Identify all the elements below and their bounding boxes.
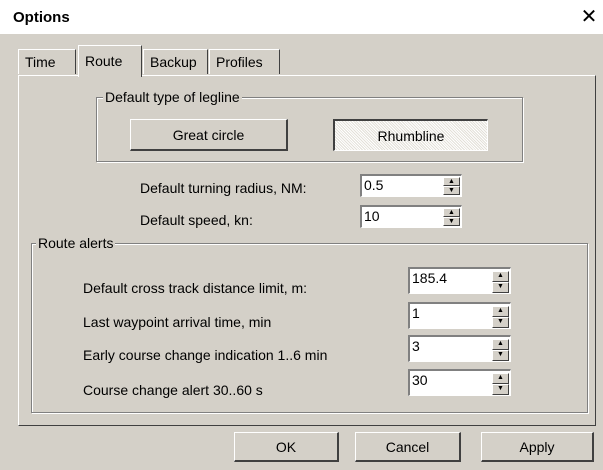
change-alert-spin-buttons[interactable]: ▲ ▼	[492, 373, 509, 395]
title-bar: Options ✕	[0, 0, 603, 34]
tab-profiles[interactable]: Profiles	[209, 49, 280, 74]
spin-down-icon[interactable]: ▼	[443, 217, 460, 226]
arrival-time-value[interactable]: 1	[412, 305, 420, 321]
spin-up-icon[interactable]: ▲	[443, 208, 460, 217]
route-tab-panel: Default type of legline Great circle Rhu…	[18, 75, 596, 426]
speed-label: Default speed, kn:	[140, 212, 253, 228]
early-change-spin-buttons[interactable]: ▲ ▼	[492, 339, 509, 361]
tab-time-label: Time	[25, 54, 56, 70]
spin-down-icon[interactable]: ▼	[492, 282, 509, 293]
tab-time[interactable]: Time	[18, 49, 76, 74]
tab-profiles-label: Profiles	[216, 54, 263, 70]
early-change-label: Early course change indication 1..6 min	[83, 347, 328, 363]
close-icon[interactable]: ✕	[578, 6, 600, 28]
turning-radius-spin-buttons[interactable]: ▲ ▼	[443, 177, 460, 195]
tab-route-label: Route	[85, 53, 123, 69]
window-title: Options	[13, 9, 70, 26]
turning-radius-label: Default turning radius, NM:	[140, 180, 307, 196]
cross-track-spinbox[interactable]: 185.4 ▲ ▼	[408, 267, 511, 294]
rhumbline-button[interactable]: Rhumbline	[333, 119, 488, 151]
turning-radius-value[interactable]: 0.5	[364, 177, 383, 193]
tab-backup[interactable]: Backup	[143, 49, 208, 74]
arrival-time-spinbox[interactable]: 1 ▲ ▼	[408, 302, 511, 329]
change-alert-value[interactable]: 30	[412, 372, 428, 388]
apply-button[interactable]: Apply	[481, 432, 594, 462]
route-alerts-group: Route alerts Default cross track distanc…	[31, 235, 588, 413]
spin-up-icon[interactable]: ▲	[492, 271, 509, 282]
change-alert-label: Course change alert 30..60 s	[83, 382, 263, 398]
spin-up-icon[interactable]: ▲	[492, 373, 509, 384]
spin-down-icon[interactable]: ▼	[492, 350, 509, 361]
legline-group: Default type of legline Great circle Rhu…	[96, 89, 523, 162]
spin-up-icon[interactable]: ▲	[492, 306, 509, 317]
cross-track-value[interactable]: 185.4	[412, 270, 447, 286]
spin-down-icon[interactable]: ▼	[492, 317, 509, 328]
spin-down-icon[interactable]: ▼	[443, 186, 460, 195]
great-circle-button[interactable]: Great circle	[130, 119, 288, 151]
spin-up-icon[interactable]: ▲	[492, 339, 509, 350]
early-change-value[interactable]: 3	[412, 338, 420, 354]
legline-group-title: Default type of legline	[103, 89, 242, 105]
tab-route[interactable]: Route	[78, 45, 142, 77]
options-dialog: Options ✕ Time Route Backup Profiles Def…	[0, 0, 603, 470]
cross-track-label: Default cross track distance limit, m:	[83, 280, 308, 296]
speed-value[interactable]: 10	[364, 208, 380, 224]
route-alerts-group-title: Route alerts	[36, 235, 116, 251]
spin-up-icon[interactable]: ▲	[443, 177, 460, 186]
ok-button[interactable]: OK	[234, 432, 339, 462]
tab-backup-label: Backup	[150, 54, 197, 70]
cancel-button[interactable]: Cancel	[355, 432, 461, 462]
arrival-time-spin-buttons[interactable]: ▲ ▼	[492, 306, 509, 328]
speed-spinbox[interactable]: 10 ▲ ▼	[360, 205, 462, 228]
early-change-spinbox[interactable]: 3 ▲ ▼	[408, 335, 511, 362]
cross-track-spin-buttons[interactable]: ▲ ▼	[492, 271, 509, 293]
arrival-time-label: Last waypoint arrival time, min	[83, 314, 272, 330]
spin-down-icon[interactable]: ▼	[492, 384, 509, 395]
speed-spin-buttons[interactable]: ▲ ▼	[443, 208, 460, 226]
turning-radius-spinbox[interactable]: 0.5 ▲ ▼	[360, 174, 462, 197]
change-alert-spinbox[interactable]: 30 ▲ ▼	[408, 369, 511, 396]
